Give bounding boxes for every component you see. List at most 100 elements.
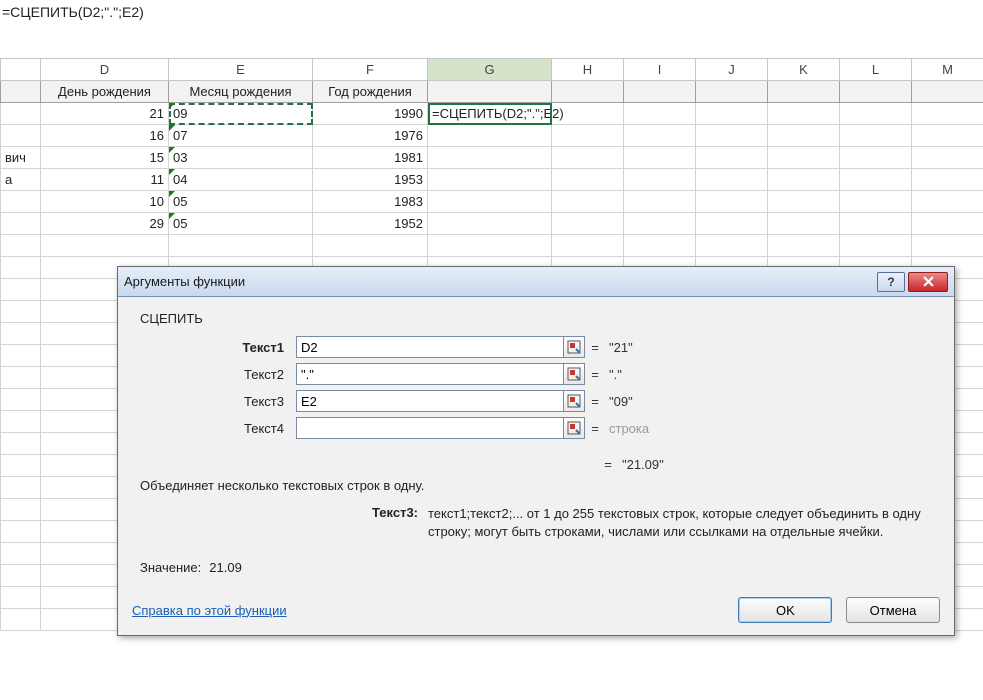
cell[interactable] — [1, 565, 41, 587]
cell[interactable] — [624, 191, 696, 213]
cell[interactable] — [1, 609, 41, 631]
cell[interactable] — [912, 81, 983, 103]
cell[interactable] — [1, 213, 41, 235]
cell[interactable] — [840, 235, 912, 257]
cell[interactable] — [768, 147, 840, 169]
arg-input-4[interactable] — [296, 417, 564, 439]
cell[interactable]: 05 — [169, 191, 313, 213]
cell[interactable] — [768, 191, 840, 213]
cell[interactable]: 1983 — [313, 191, 428, 213]
cell[interactable]: 05 — [169, 213, 313, 235]
cell[interactable] — [696, 213, 768, 235]
cell[interactable]: 04 — [169, 169, 313, 191]
col-header-E[interactable]: E — [169, 59, 313, 81]
cell[interactable] — [428, 169, 552, 191]
cell[interactable] — [1, 103, 41, 125]
cell[interactable] — [1, 191, 41, 213]
cell[interactable] — [1, 279, 41, 301]
cell[interactable] — [428, 235, 552, 257]
cell[interactable] — [840, 81, 912, 103]
cell[interactable] — [840, 213, 912, 235]
cell[interactable] — [624, 103, 696, 125]
cell[interactable] — [912, 169, 983, 191]
range-picker-icon[interactable] — [563, 390, 585, 412]
cell[interactable]: 03 — [169, 147, 313, 169]
dialog-title-bar[interactable]: Аргументы функции ? — [118, 267, 954, 297]
cell[interactable] — [428, 147, 552, 169]
cell[interactable] — [428, 213, 552, 235]
cell[interactable] — [912, 191, 983, 213]
cell[interactable]: а — [1, 169, 41, 191]
cell[interactable] — [552, 125, 624, 147]
cell[interactable] — [1, 587, 41, 609]
cell[interactable] — [696, 125, 768, 147]
col-header-M[interactable]: M — [912, 59, 983, 81]
cell[interactable] — [912, 235, 983, 257]
cell[interactable] — [552, 147, 624, 169]
cell-F2[interactable]: 1990 — [313, 103, 428, 125]
header-D[interactable]: День рождения — [41, 81, 169, 103]
cell[interactable]: вич — [1, 147, 41, 169]
range-picker-icon[interactable] — [563, 363, 585, 385]
cell[interactable] — [1, 455, 41, 477]
cell[interactable] — [552, 81, 624, 103]
header-F[interactable]: Год рождения — [313, 81, 428, 103]
cell[interactable] — [696, 81, 768, 103]
cell[interactable] — [313, 235, 428, 257]
cancel-button[interactable]: Отмена — [846, 597, 940, 623]
cell[interactable] — [696, 103, 768, 125]
cell[interactable] — [169, 235, 313, 257]
cell[interactable] — [1, 367, 41, 389]
cell[interactable]: 1981 — [313, 147, 428, 169]
cell[interactable] — [428, 81, 552, 103]
cell[interactable] — [1, 543, 41, 565]
col-header-D[interactable]: D — [41, 59, 169, 81]
col-header-H[interactable]: H — [552, 59, 624, 81]
cell[interactable] — [624, 235, 696, 257]
header-E[interactable]: Месяц рождения — [169, 81, 313, 103]
cell[interactable] — [624, 81, 696, 103]
arg-input-3[interactable] — [296, 390, 564, 412]
cell[interactable] — [41, 235, 169, 257]
cell-D2[interactable]: 21 — [41, 103, 169, 125]
col-header-J[interactable]: J — [696, 59, 768, 81]
cell[interactable] — [428, 191, 552, 213]
cell[interactable] — [624, 147, 696, 169]
cell[interactable]: 1953 — [313, 169, 428, 191]
range-picker-icon[interactable] — [563, 336, 585, 358]
cell[interactable]: 1976 — [313, 125, 428, 147]
cell[interactable] — [912, 125, 983, 147]
cell[interactable] — [696, 169, 768, 191]
cell[interactable]: 15 — [41, 147, 169, 169]
cell[interactable] — [552, 169, 624, 191]
ok-button[interactable]: OK — [738, 597, 832, 623]
cell[interactable] — [768, 103, 840, 125]
cell[interactable] — [768, 81, 840, 103]
cell[interactable] — [1, 411, 41, 433]
help-button[interactable]: ? — [877, 272, 905, 292]
col-header-G[interactable]: G — [428, 59, 552, 81]
cell[interactable] — [768, 235, 840, 257]
col-header-L[interactable]: L — [840, 59, 912, 81]
cell[interactable] — [912, 213, 983, 235]
cell[interactable] — [912, 103, 983, 125]
cell[interactable] — [840, 147, 912, 169]
cell[interactable] — [428, 125, 552, 147]
cell[interactable] — [552, 213, 624, 235]
cell[interactable] — [768, 213, 840, 235]
cell[interactable] — [1, 433, 41, 455]
cell[interactable] — [840, 125, 912, 147]
cell[interactable] — [1, 257, 41, 279]
cell-E2[interactable]: 09 — [169, 103, 313, 125]
cell[interactable]: 10 — [41, 191, 169, 213]
cell[interactable]: 29 — [41, 213, 169, 235]
col-header-K[interactable]: K — [768, 59, 840, 81]
cell[interactable] — [1, 389, 41, 411]
cell[interactable] — [696, 147, 768, 169]
cell[interactable] — [552, 235, 624, 257]
cell[interactable] — [1, 477, 41, 499]
range-picker-icon[interactable] — [563, 417, 585, 439]
cell[interactable] — [552, 191, 624, 213]
cell[interactable] — [912, 147, 983, 169]
cell[interactable] — [1, 125, 41, 147]
